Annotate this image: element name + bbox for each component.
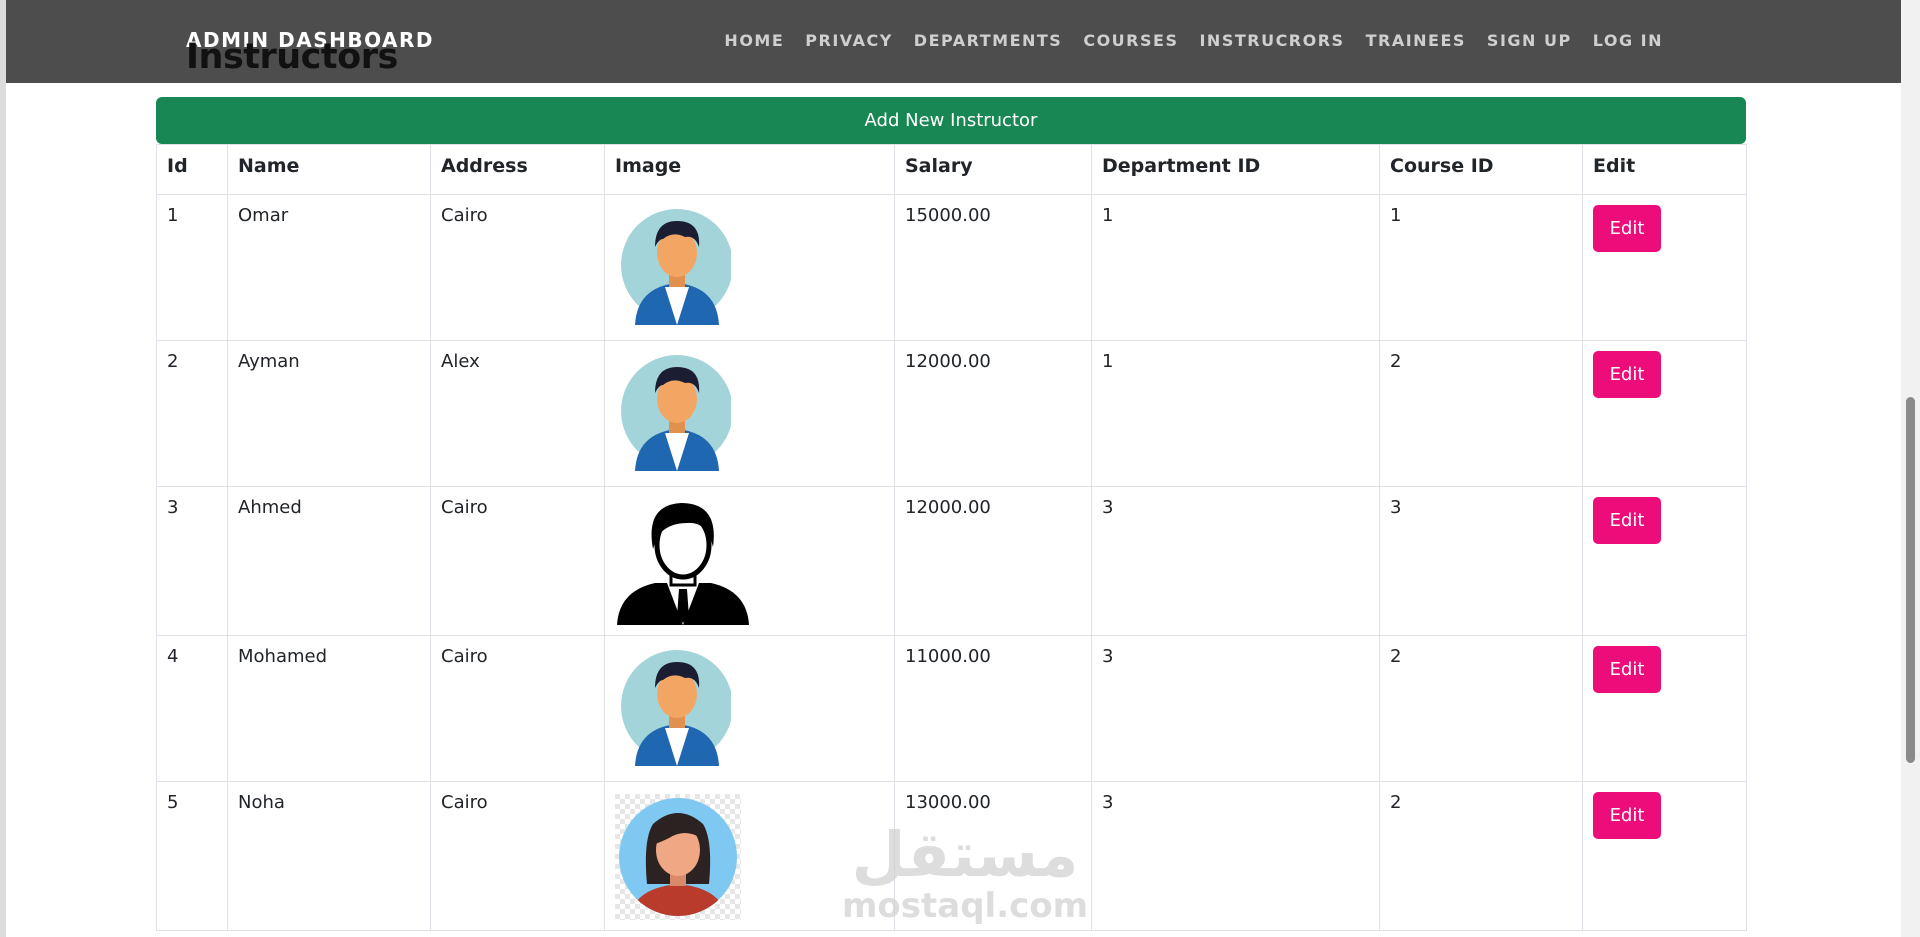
edit-button[interactable]: Edit — [1593, 646, 1661, 693]
cell-department-id: 1 — [1091, 340, 1380, 487]
cell-id: 1 — [156, 194, 228, 341]
header-edit: Edit — [1582, 144, 1747, 195]
cell-name: Ayman — [227, 340, 431, 487]
cell-name: Omar — [227, 194, 431, 341]
male-avatar-icon — [621, 209, 731, 325]
cell-id: 5 — [156, 781, 228, 931]
female-avatar-icon — [615, 794, 741, 920]
table-row: 4 Mohamed Cairo 11000.00 3 2 Edit — [156, 635, 1747, 782]
header-image: Image — [604, 144, 895, 195]
header-id: Id — [156, 144, 228, 195]
scrollbar-thumb[interactable] — [1906, 397, 1915, 763]
cell-name: Mohamed — [227, 635, 431, 782]
table-row: 1 Omar Cairo 15000.00 1 1 Edit — [156, 194, 1747, 341]
cell-address: Cairo — [430, 486, 605, 636]
cell-course-id: 3 — [1379, 486, 1583, 636]
cell-address: Alex — [430, 340, 605, 487]
cell-salary: 15000.00 — [894, 194, 1092, 341]
cell-id: 3 — [156, 486, 228, 636]
edit-button[interactable]: Edit — [1593, 351, 1661, 398]
instructors-table: Id Name Address Image Salary Department … — [156, 144, 1747, 931]
nav-link-instructors[interactable]: INSTRUCRORS — [1199, 31, 1344, 50]
cell-edit: Edit — [1582, 781, 1747, 931]
table-row: 5 Noha Cairo 13000.00 3 2 Edit — [156, 781, 1747, 931]
cell-id: 2 — [156, 340, 228, 487]
header-address: Address — [430, 144, 605, 195]
header-department-id: Department ID — [1091, 144, 1380, 195]
cell-name: Ahmed — [227, 486, 431, 636]
window-left-edge — [0, 0, 6, 937]
cell-course-id: 2 — [1379, 340, 1583, 487]
cell-edit: Edit — [1582, 486, 1747, 636]
edit-button[interactable]: Edit — [1593, 497, 1661, 544]
cell-address: Cairo — [430, 781, 605, 931]
header-course-id: Course ID — [1379, 144, 1583, 195]
cell-salary: 13000.00 — [894, 781, 1092, 931]
nav-links: HOME PRIVACY DEPARTMENTS COURSES INSTRUC… — [703, 31, 1663, 50]
table-row: 2 Ayman Alex 12000.00 1 2 Edit — [156, 340, 1747, 487]
nav-link-login[interactable]: LOG IN — [1593, 31, 1663, 50]
cell-department-id: 3 — [1091, 486, 1380, 636]
table-header-row: Id Name Address Image Salary Department … — [156, 144, 1747, 195]
nav-link-privacy[interactable]: PRIVACY — [805, 31, 893, 50]
vertical-scrollbar[interactable] — [1901, 0, 1920, 937]
cell-image — [604, 781, 895, 931]
cell-course-id: 2 — [1379, 635, 1583, 782]
nav-link-courses[interactable]: COURSES — [1083, 31, 1178, 50]
cell-edit: Edit — [1582, 194, 1747, 341]
cell-image — [604, 635, 895, 782]
cell-department-id: 1 — [1091, 194, 1380, 341]
nav-link-signup[interactable]: SIGN UP — [1487, 31, 1572, 50]
male-avatar-icon — [621, 650, 731, 766]
cell-edit: Edit — [1582, 635, 1747, 782]
cell-course-id: 2 — [1379, 781, 1583, 931]
cell-address: Cairo — [430, 194, 605, 341]
cell-course-id: 1 — [1379, 194, 1583, 341]
page-title: Instructors — [186, 37, 398, 77]
cell-image — [604, 340, 895, 487]
businessman-silhouette-icon — [617, 503, 749, 625]
table-row: 3 Ahmed Cairo 12000.00 3 3 Edit — [156, 486, 1747, 636]
nav-link-trainees[interactable]: TRAINEES — [1366, 31, 1466, 50]
edit-button[interactable]: Edit — [1593, 205, 1661, 252]
male-avatar-icon — [621, 355, 731, 471]
cell-salary: 12000.00 — [894, 340, 1092, 487]
header-salary: Salary — [894, 144, 1092, 195]
header-name: Name — [227, 144, 431, 195]
cell-edit: Edit — [1582, 340, 1747, 487]
nav-link-departments[interactable]: DEPARTMENTS — [914, 31, 1063, 50]
cell-department-id: 3 — [1091, 635, 1380, 782]
edit-button[interactable]: Edit — [1593, 792, 1661, 839]
cell-department-id: 3 — [1091, 781, 1380, 931]
cell-name: Noha — [227, 781, 431, 931]
cell-image — [604, 194, 895, 341]
cell-salary: 11000.00 — [894, 635, 1092, 782]
add-new-instructor-button[interactable]: Add New Instructor — [156, 97, 1746, 144]
cell-image — [604, 486, 895, 636]
nav-link-home[interactable]: HOME — [724, 31, 784, 50]
cell-id: 4 — [156, 635, 228, 782]
cell-address: Cairo — [430, 635, 605, 782]
cell-salary: 12000.00 — [894, 486, 1092, 636]
